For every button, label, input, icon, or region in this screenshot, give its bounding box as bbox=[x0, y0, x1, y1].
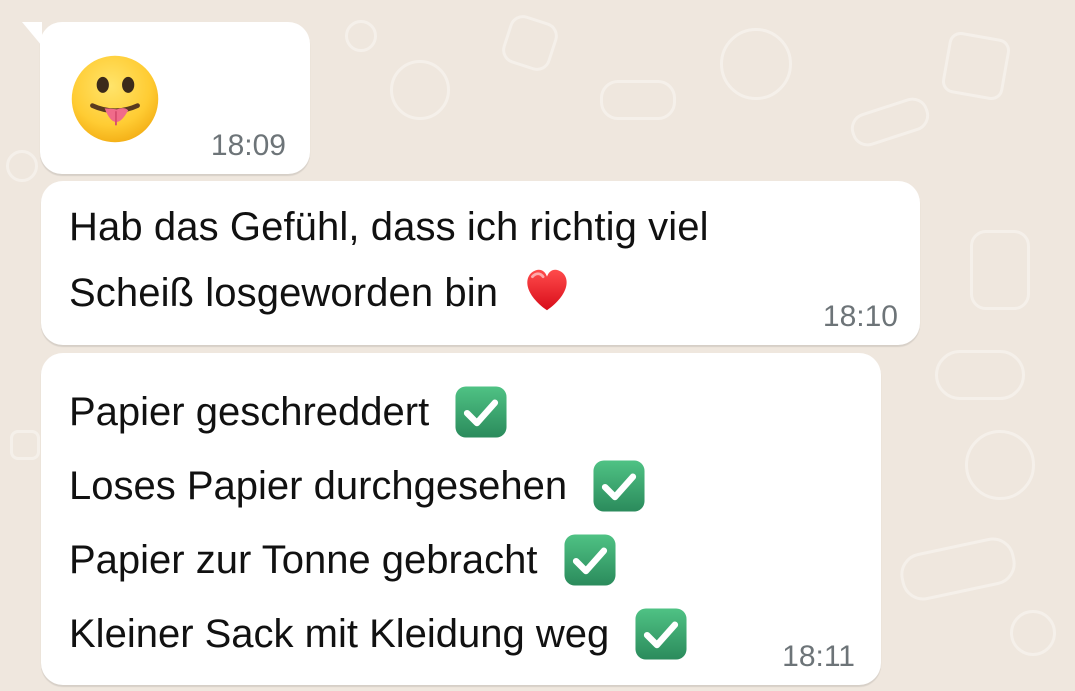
message-bubble[interactable]: 18:09 bbox=[22, 22, 310, 174]
background-doodle bbox=[10, 430, 40, 460]
background-doodle bbox=[345, 20, 377, 52]
background-doodle bbox=[1010, 610, 1056, 656]
checklist-item-label: Loses Papier durchgesehen bbox=[69, 464, 568, 509]
background-doodle bbox=[935, 350, 1025, 400]
check-mark-button-icon bbox=[635, 608, 687, 660]
background-doodle bbox=[970, 230, 1030, 310]
background-doodle bbox=[940, 30, 1012, 102]
checklist-item-label: Papier zur Tonne gebracht bbox=[69, 538, 538, 583]
background-doodle bbox=[720, 28, 792, 100]
red-heart-icon bbox=[527, 270, 568, 311]
message-bubble[interactable]: Hab das Gefühl, dass ich richtig viel Sc… bbox=[41, 181, 920, 345]
message-text: Hab das Gefühl, dass ich richtig viel Sc… bbox=[69, 194, 709, 326]
message-line-with-emoji: Scheiß losgeworden bin bbox=[69, 260, 709, 326]
check-mark-button-icon bbox=[455, 386, 507, 438]
message-line: Hab das Gefühl, dass ich richtig viel bbox=[69, 205, 709, 249]
message-time: 18:11 bbox=[782, 640, 855, 673]
face-with-tongue-icon bbox=[71, 55, 159, 143]
checklist-item-label: Kleiner Sack mit Kleidung weg bbox=[69, 612, 610, 657]
background-doodle bbox=[6, 150, 38, 182]
checklist-item: Papier geschreddert bbox=[69, 373, 690, 447]
background-doodle bbox=[896, 533, 1020, 605]
message-time: 18:10 bbox=[822, 300, 898, 333]
checklist: Papier geschreddert Loses Papier durchge… bbox=[69, 373, 690, 669]
checklist-item: Papier zur Tonne gebracht bbox=[69, 521, 690, 595]
check-mark-button-icon bbox=[593, 460, 645, 512]
message-time: 18:09 bbox=[210, 129, 286, 162]
message-line: Scheiß losgeworden bin bbox=[69, 271, 499, 315]
checklist-item: Loses Papier durchgesehen bbox=[69, 447, 690, 521]
background-doodle bbox=[846, 93, 934, 151]
background-doodle bbox=[965, 430, 1035, 500]
message-bubble[interactable]: Papier geschreddert Loses Papier durchge… bbox=[41, 353, 881, 685]
checklist-item: Kleiner Sack mit Kleidung weg bbox=[69, 595, 690, 669]
background-doodle bbox=[498, 11, 562, 75]
bubble-tail bbox=[22, 22, 42, 46]
checklist-item-label: Papier geschreddert bbox=[69, 390, 430, 435]
background-doodle bbox=[390, 60, 450, 120]
background-doodle bbox=[600, 80, 676, 120]
check-mark-button-icon bbox=[564, 534, 616, 586]
